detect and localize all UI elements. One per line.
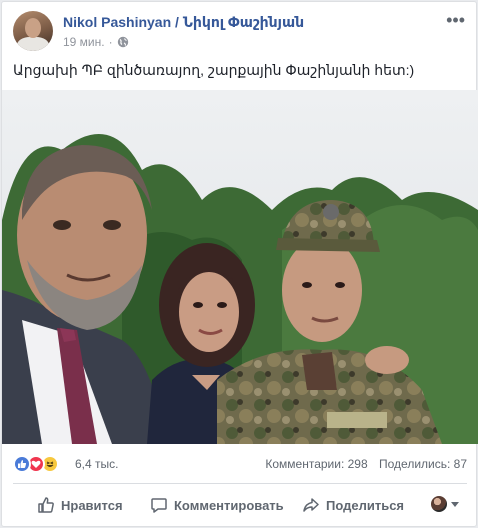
post-photo[interactable]: [2, 90, 478, 444]
share-arrow-icon: [303, 498, 319, 512]
like-button-label: Нравится: [61, 497, 123, 513]
reactions-bar: 6,4 тыс. Комментарии: 298 Поделились: 87: [13, 452, 467, 476]
share-button[interactable]: Поделиться: [302, 489, 404, 521]
more-dots-icon[interactable]: •••: [446, 11, 465, 29]
group-selfie-photo: [2, 90, 478, 444]
globe-icon[interactable]: [117, 36, 129, 48]
comments-count-link[interactable]: Комментарии: 298: [265, 457, 367, 471]
profile-selector[interactable]: [431, 496, 459, 512]
thumbs-up-icon: [38, 497, 54, 513]
post-meta: 19 мин. ·: [63, 35, 129, 49]
comment-button-label: Комментировать: [174, 497, 284, 513]
like-reaction-icon: [13, 455, 31, 473]
post-actions: Нравится Комментировать Поделиться: [13, 488, 467, 522]
author-avatar[interactable]: [13, 11, 53, 51]
caret-down-icon: [451, 501, 459, 507]
actions-divider: [13, 483, 467, 484]
reaction-count[interactable]: 6,4 тыс.: [75, 457, 118, 471]
post-timestamp[interactable]: 19 мин.: [63, 35, 105, 49]
post-text: Արցախի ՊԲ զինծառայող, շարքային Փաշինյանի…: [13, 62, 415, 78]
shares-count-link[interactable]: Поделились: 87: [379, 457, 467, 471]
post-header: Nikol Pashinyan / Նիկոլ Փաշինյան 19 мин.…: [13, 11, 467, 53]
reaction-icons[interactable]: [13, 455, 59, 473]
comment-button[interactable]: Комментировать: [150, 489, 284, 521]
post-card: Nikol Pashinyan / Նիկոլ Փաշինյան 19 мин.…: [1, 1, 478, 527]
profile-mini-avatar: [431, 496, 447, 512]
author-name-link[interactable]: Nikol Pashinyan / Նիկոլ Փաշինյան: [63, 14, 304, 31]
meta-separator: ·: [108, 35, 113, 49]
share-button-label: Поделиться: [326, 497, 405, 513]
comment-bubble-icon: [151, 498, 167, 513]
like-button[interactable]: Нравится: [37, 489, 123, 521]
post-stats: Комментарии: 298 Поделились: 87: [257, 457, 467, 471]
